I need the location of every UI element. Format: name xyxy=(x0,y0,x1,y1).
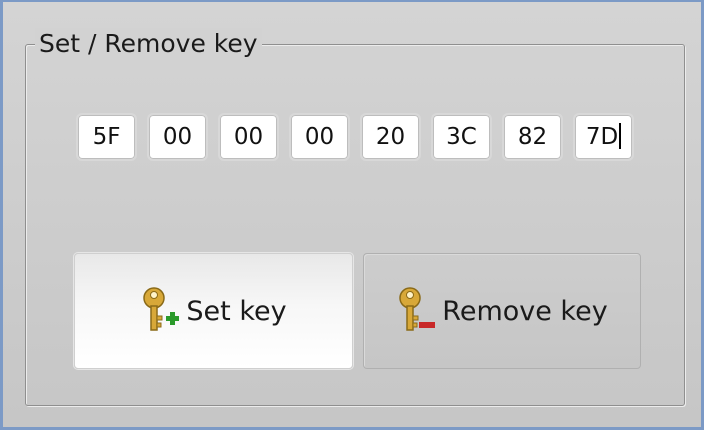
remove-key-label: Remove key xyxy=(442,295,608,327)
key-byte-field-5[interactable]: 20 xyxy=(360,113,421,161)
key-remove-icon xyxy=(399,287,436,331)
key-byte-field-7[interactable]: 82 xyxy=(502,113,563,161)
key-byte-field-1[interactable]: 5F xyxy=(76,113,137,161)
key-byte-field-2[interactable]: 00 xyxy=(147,113,208,161)
key-byte-field-4[interactable]: 00 xyxy=(289,113,350,161)
key-byte-field-6[interactable]: 3C xyxy=(431,113,492,161)
remove-key-button[interactable]: Remove key xyxy=(363,253,641,369)
set-key-label: Set key xyxy=(186,295,287,327)
key-byte-field-3[interactable]: 00 xyxy=(218,113,279,161)
key-byte-field-8[interactable]: 7D xyxy=(573,113,634,161)
window-frame: Set / Remove key 5F 00 00 00 20 3C 82 7D… xyxy=(0,0,704,430)
groupbox-title: Set / Remove key xyxy=(35,28,262,60)
set-key-button[interactable]: Set key xyxy=(74,253,353,369)
key-add-icon xyxy=(143,287,180,331)
